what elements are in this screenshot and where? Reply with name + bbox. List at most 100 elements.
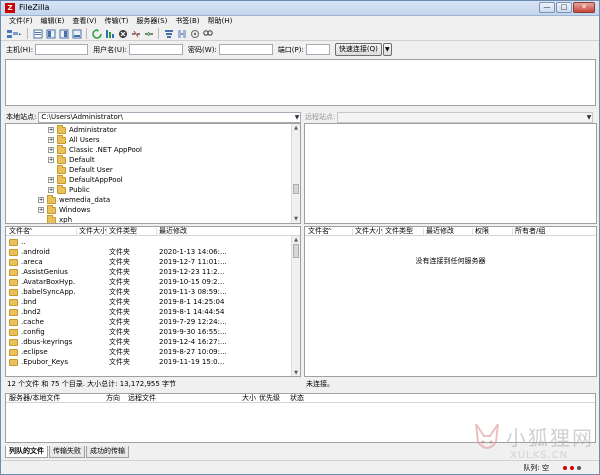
scroll-up-icon[interactable]: ▲ bbox=[292, 124, 300, 132]
tree-item[interactable]: + Administrator bbox=[48, 124, 117, 135]
scroll-up-icon[interactable]: ▲ bbox=[292, 236, 300, 244]
column-divider[interactable] bbox=[512, 228, 513, 235]
transfer-queue[interactable]: 服务器/本地文件 方向 远程文件 大小 优先级 状态 bbox=[5, 393, 596, 443]
menu-transfer[interactable]: 传输(T) bbox=[101, 16, 133, 27]
file-row[interactable]: .AvatarBoxHyp... 文件夹 2019-10-15 09:2... bbox=[6, 277, 300, 287]
column-modified[interactable]: 最近修改 bbox=[159, 227, 187, 236]
tab-successful-transfers[interactable]: 成功的传输 bbox=[86, 446, 129, 458]
column-server-local-file[interactable]: 服务器/本地文件 bbox=[9, 394, 60, 403]
menu-edit[interactable]: 编辑(E) bbox=[37, 16, 69, 27]
maximize-button[interactable]: □ bbox=[556, 2, 572, 13]
tree-item[interactable]: + Windows bbox=[38, 204, 90, 215]
compare-directories-icon[interactable] bbox=[176, 28, 187, 39]
column-filename[interactable]: 文件名 bbox=[308, 227, 329, 236]
scroll-thumb[interactable] bbox=[293, 244, 299, 258]
menu-bookmarks[interactable]: 书签(B) bbox=[171, 16, 203, 27]
expand-icon[interactable]: + bbox=[38, 197, 44, 203]
column-permissions[interactable]: 权限 bbox=[475, 227, 489, 236]
scroll-down-icon[interactable]: ▼ bbox=[292, 369, 300, 376]
port-input[interactable] bbox=[305, 44, 330, 55]
message-log[interactable] bbox=[5, 59, 596, 106]
column-filesize[interactable]: 文件大小 bbox=[79, 227, 107, 236]
tree-item[interactable]: + DefaultAppPool bbox=[48, 174, 123, 185]
expand-icon[interactable]: + bbox=[48, 157, 54, 163]
menu-server[interactable]: 服务器(S) bbox=[132, 16, 171, 27]
local-directory-tree[interactable]: + Administrator + All Users + Classic .NET … bbox=[5, 123, 301, 224]
file-row[interactable]: .bnd 文件夹 2019-8-1 14:25:04 bbox=[6, 297, 300, 307]
tab-failed-transfers[interactable]: 传输失败 bbox=[49, 446, 85, 458]
local-list-scrollbar[interactable]: ▲ ▼ bbox=[291, 236, 300, 376]
column-divider[interactable] bbox=[472, 228, 473, 235]
tree-item[interactable]: + Classic .NET AppPool bbox=[48, 144, 142, 155]
remote-path-input[interactable]: ▼ bbox=[337, 111, 594, 123]
column-divider[interactable] bbox=[156, 228, 157, 235]
quickconnect-button[interactable]: 快速连接(Q) bbox=[334, 43, 382, 56]
toggle-local-tree-icon[interactable] bbox=[45, 28, 56, 39]
column-divider[interactable] bbox=[423, 228, 424, 235]
file-row[interactable]: .AssistGenius 文件夹 2019-12-23 11:2... bbox=[6, 267, 300, 277]
close-button[interactable]: ✕ bbox=[573, 2, 595, 13]
menu-view[interactable]: 查看(V) bbox=[68, 16, 100, 27]
local-tree-scrollbar[interactable]: ▲ ▼ bbox=[291, 124, 300, 223]
expand-icon[interactable]: + bbox=[48, 127, 54, 133]
refresh-icon[interactable] bbox=[91, 28, 102, 39]
file-row[interactable]: .config 文件夹 2019-9-30 16:55:... bbox=[6, 327, 300, 337]
expand-icon[interactable]: + bbox=[48, 177, 54, 183]
column-divider[interactable] bbox=[106, 228, 107, 235]
local-file-list[interactable]: 文件名 ^ 文件大小 文件类型 最近修改 .. .android 文件夹 2020-1… bbox=[5, 226, 301, 377]
file-row[interactable]: .babelSyncApp... 文件夹 2019-11-3 08:59:... bbox=[6, 287, 300, 297]
tree-item[interactable]: + Default bbox=[48, 154, 95, 165]
column-size[interactable]: 大小 bbox=[242, 394, 256, 403]
column-remote-file[interactable]: 远程文件 bbox=[128, 394, 156, 403]
file-row[interactable]: .areca 文件夹 2019-12-7 11:01:... bbox=[6, 257, 300, 267]
expand-icon[interactable]: + bbox=[48, 137, 54, 143]
tree-item[interactable]: Default User bbox=[57, 164, 113, 175]
column-direction[interactable]: 方向 bbox=[106, 394, 120, 403]
remote-directory-tree[interactable] bbox=[304, 123, 597, 224]
local-path-dropdown-icon[interactable]: ▼ bbox=[295, 113, 300, 122]
column-divider[interactable] bbox=[352, 228, 353, 235]
file-row[interactable]: .eclipse 文件夹 2019-8-27 10:09:... bbox=[6, 347, 300, 357]
column-status[interactable]: 状态 bbox=[290, 394, 304, 403]
site-manager-icon[interactable] bbox=[5, 28, 23, 39]
toggle-message-log-icon[interactable] bbox=[32, 28, 43, 39]
search-icon[interactable] bbox=[202, 28, 213, 39]
expand-icon[interactable]: + bbox=[48, 147, 54, 153]
toggle-remote-tree-icon[interactable] bbox=[58, 28, 69, 39]
column-divider[interactable] bbox=[76, 228, 77, 235]
column-filetype[interactable]: 文件类型 bbox=[385, 227, 413, 236]
host-input[interactable] bbox=[35, 44, 89, 55]
expand-icon[interactable]: + bbox=[38, 207, 44, 213]
remote-path-dropdown-icon[interactable]: ▼ bbox=[587, 113, 592, 122]
expand-icon[interactable]: + bbox=[48, 187, 54, 193]
username-input[interactable] bbox=[129, 44, 184, 55]
tree-item[interactable]: + All Users bbox=[48, 134, 100, 145]
scroll-thumb[interactable] bbox=[293, 184, 299, 194]
toggle-queue-icon[interactable] bbox=[71, 28, 82, 39]
filter-icon[interactable] bbox=[163, 28, 174, 39]
file-row[interactable]: .android 文件夹 2020-1-13 14:06:... bbox=[6, 247, 300, 257]
tree-item[interactable]: + wemedia_data bbox=[38, 194, 110, 205]
file-row[interactable]: .dbus-keyrings 文件夹 2019-12-4 16:27:... bbox=[6, 337, 300, 347]
tree-item[interactable]: + Public bbox=[48, 184, 90, 195]
column-filetype[interactable]: 文件类型 bbox=[109, 227, 137, 236]
process-queue-icon[interactable] bbox=[104, 28, 115, 39]
scroll-down-icon[interactable]: ▼ bbox=[292, 215, 300, 223]
local-path-input[interactable]: C:\Users\Administrator\ ▼ bbox=[38, 111, 302, 123]
column-modified[interactable]: 最近修改 bbox=[426, 227, 454, 236]
column-filename[interactable]: 文件名 bbox=[9, 227, 30, 236]
tree-item[interactable]: xph bbox=[47, 214, 72, 223]
file-row[interactable]: .cache 文件夹 2019-7-29 12:24:... bbox=[6, 317, 300, 327]
password-input[interactable] bbox=[218, 44, 273, 55]
synchronized-browsing-icon[interactable] bbox=[189, 28, 200, 39]
column-owner-group[interactable]: 所有者/组 bbox=[515, 227, 545, 236]
disconnect-icon[interactable] bbox=[130, 28, 141, 39]
column-priority[interactable]: 优先级 bbox=[259, 394, 280, 403]
remote-file-list[interactable]: 文件名 ^ 文件大小 文件类型 最近修改 权限 所有者/组 没有连接到任何服务器 bbox=[304, 226, 597, 377]
file-row[interactable]: .. bbox=[6, 237, 300, 247]
cancel-operation-icon[interactable] bbox=[117, 28, 128, 39]
column-divider[interactable] bbox=[382, 228, 383, 235]
column-filesize[interactable]: 文件大小 bbox=[355, 227, 383, 236]
quickconnect-dropdown-icon[interactable]: ▼ bbox=[382, 43, 392, 56]
file-row[interactable]: .Epubor_Keys 文件夹 2019-11-19 15:0... bbox=[6, 357, 300, 367]
